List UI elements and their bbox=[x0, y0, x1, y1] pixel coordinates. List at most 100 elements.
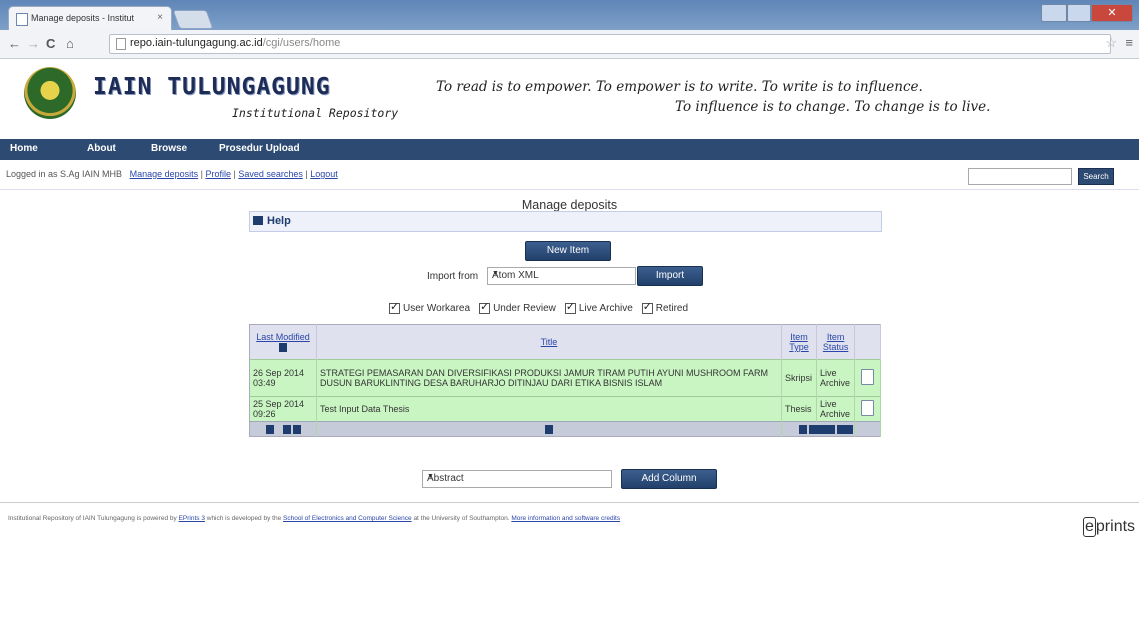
dropdown-arrow-icon: ▼ bbox=[492, 270, 499, 277]
checkbox-checked-icon[interactable] bbox=[564, 300, 576, 314]
filter-label: User Workarea bbox=[403, 303, 471, 314]
link-profile[interactable]: Profile bbox=[205, 169, 231, 179]
new-tab-button[interactable] bbox=[172, 10, 214, 29]
header-title[interactable]: Title bbox=[316, 324, 782, 360]
import-label: Import from bbox=[427, 271, 479, 282]
col-controls-actions bbox=[854, 421, 881, 437]
header-label[interactable]: Last Modified bbox=[256, 332, 310, 342]
view-document-icon[interactable] bbox=[861, 369, 875, 385]
browser-toolbar: ← → C ⌂ repo.iain-tulungagung.ac.id/cgi/… bbox=[0, 30, 1139, 59]
back-arrow-icon[interactable]: ← bbox=[8, 36, 21, 51]
filter-user-workarea[interactable]: User Workarea bbox=[389, 300, 471, 314]
logo-title[interactable]: IAIN TULUNGAGUNG bbox=[93, 74, 331, 100]
new-item-button[interactable]: New Item bbox=[525, 241, 611, 261]
footer-more-link[interactable]: More information and software credits bbox=[511, 515, 620, 522]
help-label[interactable]: Help bbox=[267, 215, 291, 227]
slogan-line-2: To influence is to change. To change is … bbox=[675, 99, 991, 115]
menu-about[interactable]: About bbox=[87, 143, 116, 154]
add-column-button[interactable]: Add Column bbox=[621, 469, 717, 489]
logo-subtitle: Institutional Repository bbox=[232, 106, 399, 120]
filter-label: Under Review bbox=[493, 303, 556, 314]
table-row[interactable]: 25 Sep 2014 09:26 Test Input Data Thesis… bbox=[249, 396, 881, 422]
minimize-button[interactable] bbox=[1041, 4, 1067, 22]
filter-label: Live Archive bbox=[578, 303, 633, 314]
eprints-logo[interactable]: e prints bbox=[1083, 517, 1135, 537]
logged-in-text: Logged in as S.Ag IAIN MHB bbox=[6, 169, 123, 179]
col-controls-modified bbox=[249, 421, 317, 437]
footer-text: Institutional Repository of IAIN Tulunga… bbox=[8, 515, 620, 522]
menu-browse[interactable]: Browse bbox=[151, 143, 187, 154]
checkbox-checked-icon[interactable] bbox=[641, 300, 653, 314]
cell-actions bbox=[854, 396, 881, 422]
filter-live-archive[interactable]: Live Archive bbox=[564, 300, 633, 314]
footer-mid: which is developed by the bbox=[206, 515, 282, 522]
browser-menu-icon[interactable]: ≡ bbox=[1125, 35, 1133, 50]
column-arrows-icon[interactable] bbox=[837, 425, 854, 435]
tab-title: Manage deposits - Institut bbox=[31, 13, 135, 23]
page-icon bbox=[116, 38, 126, 50]
slogan-line-1: To read is to empower. To empower is to … bbox=[436, 79, 923, 95]
cell-type: Thesis bbox=[781, 396, 818, 422]
browser-titlebar: Manage deposits - Institut × ✕ bbox=[0, 0, 1139, 31]
browser-tab[interactable]: Manage deposits - Institut × bbox=[8, 6, 172, 31]
col-controls-title bbox=[316, 421, 782, 437]
cell-status: Live Archive bbox=[816, 359, 856, 397]
footer-prefix: Institutional Repository of IAIN Tulunga… bbox=[8, 515, 177, 522]
menu-home[interactable]: Home bbox=[10, 143, 38, 154]
filter-retired[interactable]: Retired bbox=[641, 300, 689, 314]
url-text: repo.iain-tulungagung.ac.id/cgi/users/ho… bbox=[130, 37, 340, 49]
add-column-select[interactable]: Abstract ▼ bbox=[422, 470, 612, 488]
help-toggle-icon[interactable] bbox=[253, 216, 263, 225]
header-last-modified[interactable]: Last Modified bbox=[249, 324, 317, 360]
header-item-type[interactable]: Item Type bbox=[781, 324, 818, 360]
url-path: /cgi/users/home bbox=[262, 37, 341, 49]
column-arrows-icon[interactable] bbox=[809, 425, 836, 435]
header-actions bbox=[854, 324, 881, 360]
link-saved-searches[interactable]: Saved searches bbox=[238, 169, 303, 179]
checkbox-checked-icon[interactable] bbox=[479, 300, 491, 314]
import-button[interactable]: Import bbox=[637, 266, 703, 286]
cell-type: Skripsi bbox=[781, 359, 818, 397]
address-bar[interactable]: repo.iain-tulungagung.ac.id/cgi/users/ho… bbox=[109, 34, 1111, 54]
maximize-button[interactable] bbox=[1067, 4, 1091, 22]
eprints-e-icon: e bbox=[1083, 517, 1096, 537]
search-input[interactable] bbox=[968, 168, 1072, 185]
import-format-select[interactable]: Atom XML ▼ bbox=[487, 267, 636, 285]
close-window-button[interactable]: ✕ bbox=[1091, 4, 1133, 22]
move-right-icon[interactable] bbox=[799, 425, 808, 435]
iain-logo-icon[interactable] bbox=[24, 67, 76, 119]
move-right-icon[interactable] bbox=[292, 425, 301, 435]
table-header-row: Last Modified Title Item Type Item Statu… bbox=[249, 324, 881, 360]
filter-label: Retired bbox=[655, 303, 689, 314]
menu-prosedur-upload[interactable]: Prosedur Upload bbox=[219, 143, 300, 154]
help-bar[interactable]: Help bbox=[249, 211, 882, 232]
table-row[interactable]: 26 Sep 2014 03:49 STRATEGI PEMASARAN DAN… bbox=[249, 359, 881, 397]
status-filters: User Workarea Under Review Live Archive … bbox=[389, 300, 689, 314]
checkbox-checked-icon[interactable] bbox=[389, 300, 400, 314]
remove-column-icon[interactable] bbox=[544, 425, 553, 435]
search-button[interactable]: Search bbox=[1078, 168, 1114, 185]
move-left-icon[interactable] bbox=[282, 425, 291, 435]
site-header: IAIN TULUNGAGUNG Institutional Repositor… bbox=[0, 59, 1139, 139]
footer-divider bbox=[0, 502, 1139, 503]
forward-arrow-icon[interactable]: → bbox=[27, 36, 40, 51]
cell-modified: 25 Sep 2014 09:26 bbox=[249, 396, 317, 422]
site-menu-bar: Home About Browse Prosedur Upload bbox=[0, 139, 1139, 160]
cell-title: Test Input Data Thesis bbox=[316, 396, 782, 422]
remove-column-icon[interactable] bbox=[265, 425, 274, 435]
filter-under-review[interactable]: Under Review bbox=[479, 300, 556, 314]
home-icon[interactable]: ⌂ bbox=[66, 36, 74, 51]
col-controls-type-status bbox=[781, 421, 856, 437]
sort-icon[interactable] bbox=[279, 343, 287, 353]
view-document-icon[interactable] bbox=[861, 400, 875, 416]
link-logout[interactable]: Logout bbox=[310, 169, 338, 179]
cell-status: Live Archive bbox=[816, 396, 856, 422]
link-manage-deposits[interactable]: Manage deposits bbox=[130, 169, 199, 179]
tab-close-icon[interactable]: × bbox=[157, 12, 163, 23]
header-item-status[interactable]: Item Status bbox=[816, 324, 856, 360]
bookmark-star-icon[interactable]: ☆ bbox=[1105, 35, 1117, 51]
footer-school-link[interactable]: School of Electronics and Computer Scien… bbox=[283, 515, 412, 522]
footer-eprints-link[interactable]: EPrints 3 bbox=[179, 515, 205, 522]
reload-icon[interactable]: C bbox=[46, 36, 55, 51]
deposits-table: Last Modified Title Item Type Item Statu… bbox=[249, 324, 881, 437]
